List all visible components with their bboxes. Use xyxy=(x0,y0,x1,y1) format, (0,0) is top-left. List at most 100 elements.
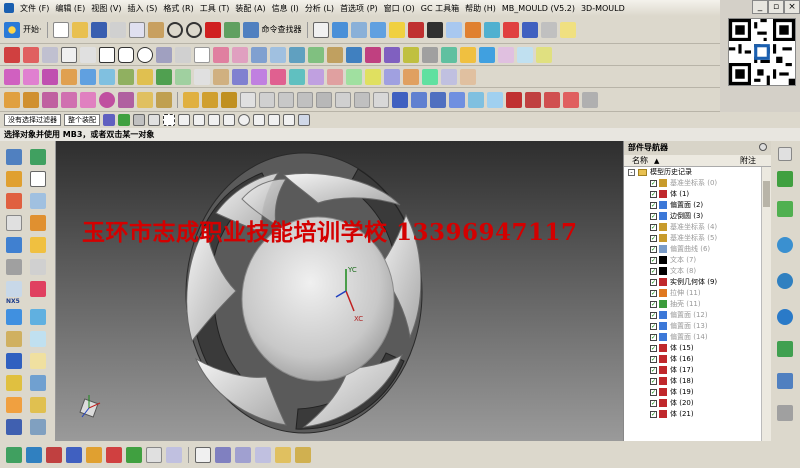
feature-visibility-checkbox[interactable]: ✓ xyxy=(650,235,657,242)
move-to-layer-icon[interactable] xyxy=(235,446,251,463)
assembly-navigator-icon[interactable] xyxy=(777,171,793,187)
section-curve-icon[interactable] xyxy=(327,46,343,63)
paste-icon[interactable] xyxy=(147,21,164,38)
feature-visibility-checkbox[interactable]: ✓ xyxy=(650,378,657,385)
render-icon[interactable] xyxy=(407,21,424,38)
extension-icon[interactable] xyxy=(175,68,191,85)
shaded-icon[interactable] xyxy=(426,21,443,38)
rectangle-icon[interactable] xyxy=(99,46,115,63)
impeller-model[interactable]: YC XC xyxy=(56,141,623,441)
face-icon[interactable] xyxy=(540,21,557,38)
x-form-icon[interactable] xyxy=(365,68,381,85)
open-folder-icon[interactable] xyxy=(71,21,88,38)
edit-display-icon[interactable] xyxy=(6,353,22,369)
trimetric-icon[interactable] xyxy=(30,259,46,275)
copy-icon[interactable] xyxy=(128,21,145,38)
work-layer-icon[interactable] xyxy=(195,446,211,463)
menu-assembly[interactable]: 装配 (A) xyxy=(235,3,265,14)
unblank-icon[interactable] xyxy=(30,331,46,347)
point-icon[interactable] xyxy=(61,46,77,63)
trim-curve-icon[interactable] xyxy=(403,46,419,63)
polygon-icon[interactable] xyxy=(118,46,134,63)
dynamic-wcs-icon[interactable] xyxy=(26,446,42,463)
patch-icon[interactable] xyxy=(213,68,229,85)
point-on-curve-snap-icon[interactable] xyxy=(283,114,295,126)
delete-face-icon[interactable] xyxy=(506,91,522,108)
chamfer-icon[interactable] xyxy=(232,46,248,63)
rotate-wcs-icon[interactable] xyxy=(46,446,62,463)
sort-arrow-icon[interactable]: ▲ xyxy=(654,155,659,167)
mirror-icon[interactable] xyxy=(335,91,351,108)
scale-curve-icon[interactable] xyxy=(536,46,552,63)
menu-help[interactable]: 帮助 (H) xyxy=(465,3,496,14)
top-view-icon[interactable] xyxy=(30,237,46,253)
ruled-surface-icon[interactable] xyxy=(23,68,39,85)
right-view-icon[interactable] xyxy=(6,259,22,275)
select-all-icon[interactable] xyxy=(133,114,145,126)
pull-face-icon[interactable] xyxy=(544,91,560,108)
feature-node[interactable]: ✓ 体 (15) xyxy=(624,343,771,354)
section-view-icon[interactable] xyxy=(30,171,46,187)
sew-icon[interactable] xyxy=(194,68,210,85)
law-extension-icon[interactable] xyxy=(327,68,343,85)
existing-point-snap-icon[interactable] xyxy=(268,114,280,126)
feature-node[interactable]: ✓ 偏置面 (13) xyxy=(624,321,771,332)
hole-icon[interactable] xyxy=(118,91,134,108)
color-icon[interactable] xyxy=(502,21,519,38)
feature-node[interactable]: ✓ 体 (21) xyxy=(624,409,771,420)
feature-node[interactable]: ✓ 偏置面 (12) xyxy=(624,310,771,321)
undo-icon[interactable] xyxy=(166,21,183,38)
extract-curve-icon[interactable] xyxy=(346,46,362,63)
through-curves-icon[interactable] xyxy=(4,68,20,85)
n-sided-surface-icon[interactable] xyxy=(80,68,96,85)
intersect-icon[interactable] xyxy=(221,91,237,108)
i-form-icon[interactable] xyxy=(384,68,400,85)
feature-node[interactable]: ✓ 基准坐标系 (5) xyxy=(624,233,771,244)
helix-icon[interactable] xyxy=(156,46,172,63)
expand-icon[interactable]: - xyxy=(628,169,635,176)
offset-face-icon[interactable] xyxy=(430,91,446,108)
tree-root-model-history[interactable]: - 模型历史记录 xyxy=(624,167,771,178)
constrain-face-icon[interactable] xyxy=(582,91,598,108)
constraint-navigator-icon[interactable] xyxy=(777,201,793,217)
join-curve-icon[interactable] xyxy=(441,46,457,63)
copy-to-layer-icon[interactable] xyxy=(255,446,271,463)
intersect-curve-icon[interactable] xyxy=(308,46,324,63)
match-edge-icon[interactable] xyxy=(422,68,438,85)
extrude-icon[interactable] xyxy=(4,91,20,108)
measure-angle-icon[interactable] xyxy=(295,446,311,463)
menu-view[interactable]: 视图 (V) xyxy=(91,3,121,14)
curve-length-icon[interactable] xyxy=(460,46,476,63)
boss-icon[interactable] xyxy=(137,91,153,108)
type-filter-select[interactable]: 没有选择过滤器 xyxy=(4,114,61,126)
quadrant-snap-icon[interactable] xyxy=(253,114,265,126)
hide-icon[interactable] xyxy=(30,309,46,325)
menu-format[interactable]: 格式 (R) xyxy=(163,3,193,14)
change-xc-icon[interactable] xyxy=(106,446,122,463)
feature-visibility-checkbox[interactable]: ✓ xyxy=(650,191,657,198)
feature-node[interactable]: ✓ 体 (1) xyxy=(624,189,771,200)
subtract-icon[interactable] xyxy=(202,91,218,108)
start-button[interactable]: 开始· xyxy=(23,24,42,35)
feature-visibility-checkbox[interactable]: ✓ xyxy=(650,268,657,275)
midpoint-snap-icon[interactable] xyxy=(193,114,205,126)
unite-icon[interactable] xyxy=(183,91,199,108)
trimmed-sheet-icon[interactable] xyxy=(156,68,172,85)
feature-visibility-checkbox[interactable]: ✓ xyxy=(650,224,657,231)
delete-icon[interactable] xyxy=(204,21,221,38)
web-browser-icon[interactable] xyxy=(30,419,46,435)
spline-icon[interactable] xyxy=(42,46,58,63)
box-select-icon[interactable] xyxy=(163,114,175,126)
feature-node[interactable]: ✓ 边倒圆 (3) xyxy=(624,211,771,222)
feature-node[interactable]: ✓ 文本 (8) xyxy=(624,266,771,277)
styled-sweep-icon[interactable] xyxy=(289,68,305,85)
replace-face-icon[interactable] xyxy=(468,91,484,108)
move-object-icon[interactable] xyxy=(6,375,22,391)
feature-visibility-checkbox[interactable]: ✓ xyxy=(650,323,657,330)
rotate-view-icon[interactable] xyxy=(6,215,22,231)
feature-node[interactable]: ✓ 体 (17) xyxy=(624,365,771,376)
command-finder-button[interactable]: 命令查找器 xyxy=(262,24,302,35)
feature-visibility-checkbox[interactable]: ✓ xyxy=(650,257,657,264)
feature-node[interactable]: ✓ 体 (20) xyxy=(624,398,771,409)
point-on-face-snap-icon[interactable] xyxy=(298,114,310,126)
